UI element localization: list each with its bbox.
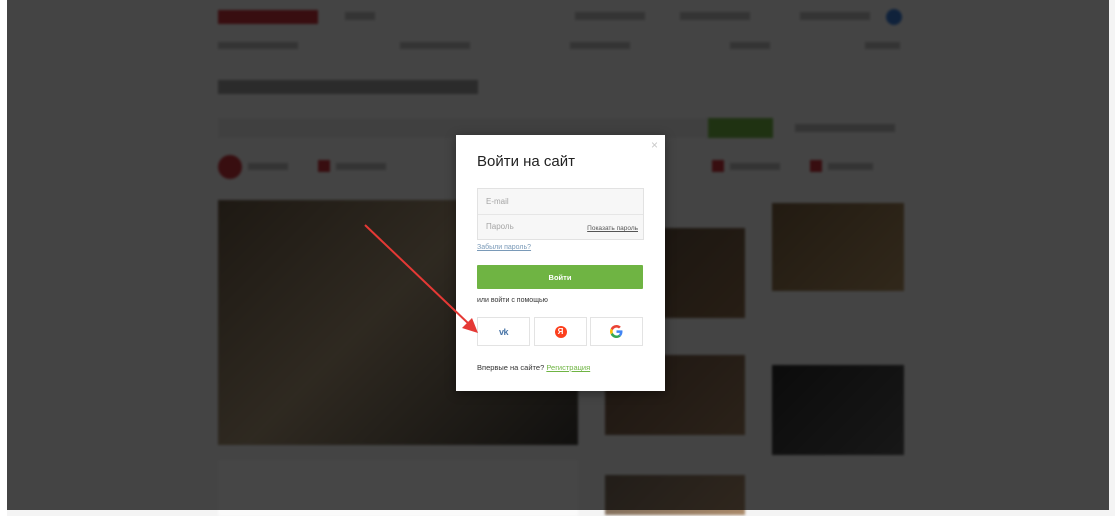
annotation-arrow-icon [364, 224, 478, 333]
